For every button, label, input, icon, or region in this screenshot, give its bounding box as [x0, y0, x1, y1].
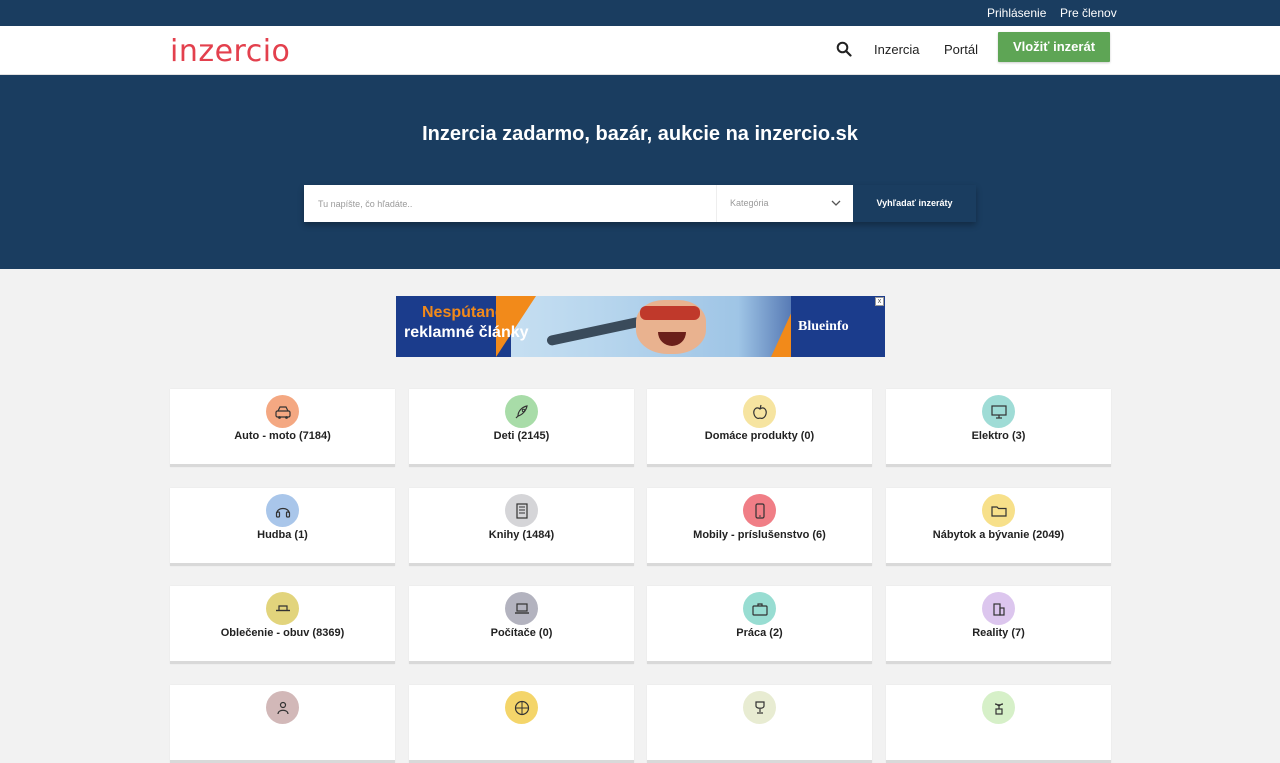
- book-icon: [505, 494, 538, 527]
- plant-icon: [982, 691, 1015, 724]
- category-card[interactable]: Auto - moto (7184): [170, 389, 395, 467]
- ad-headline-line1: Nespútané: [422, 304, 504, 321]
- category-label: Práca (2): [736, 627, 783, 639]
- hero-title: Inzercia zadarmo, bazár, aukcie na inzer…: [422, 123, 858, 145]
- category-card[interactable]: [409, 685, 634, 763]
- category-label: Deti (2145): [493, 430, 550, 442]
- category-select[interactable]: Kategória: [716, 185, 853, 222]
- ad-illustration-arm: [546, 315, 646, 347]
- nav-portal[interactable]: Portál: [944, 42, 978, 57]
- monitor-icon: [982, 395, 1015, 428]
- category-label: Domáce produkty (0): [704, 430, 815, 442]
- search-icon[interactable]: [836, 41, 852, 57]
- category-label: Reality (7): [972, 627, 1025, 639]
- category-card[interactable]: Elektro (3): [886, 389, 1111, 467]
- headphones-icon: [266, 494, 299, 527]
- inzercio-logo[interactable]: inzercio: [170, 34, 290, 69]
- category-card[interactable]: [170, 685, 395, 763]
- category-label: Auto - moto (7184): [234, 430, 331, 442]
- category-card[interactable]: [647, 685, 872, 763]
- folder-icon: [982, 494, 1015, 527]
- category-card[interactable]: Počítače (0): [409, 586, 634, 664]
- category-card[interactable]: [886, 685, 1111, 763]
- category-card[interactable]: Hudba (1): [170, 488, 395, 566]
- search-submit-button[interactable]: Vyhľadať inzeráty: [853, 185, 976, 222]
- category-card[interactable]: Knihy (1484): [409, 488, 634, 566]
- category-label: Oblečenie - obuv (8369): [220, 627, 345, 639]
- briefcase-icon: [743, 592, 776, 625]
- category-label: Nábytok a bývanie (2049): [932, 529, 1065, 541]
- category-card[interactable]: Oblečenie - obuv (8369): [170, 586, 395, 664]
- members-link[interactable]: Pre členov: [1060, 6, 1117, 20]
- post-ad-button[interactable]: Vložiť inzerát: [998, 32, 1110, 62]
- car-icon: [266, 395, 299, 428]
- nav-inzercia[interactable]: Inzercia: [874, 42, 920, 57]
- category-card[interactable]: Nábytok a bývanie (2049): [886, 488, 1111, 566]
- category-card[interactable]: Deti (2145): [409, 389, 634, 467]
- hero-section: Inzercia zadarmo, bazár, aukcie na inzer…: [0, 75, 1280, 269]
- building-icon: [982, 592, 1015, 625]
- ad-headline-line2: reklamné články: [404, 324, 529, 341]
- category-label: Knihy (1484): [488, 529, 555, 541]
- login-link[interactable]: Prihlásenie: [987, 6, 1046, 20]
- apple-icon: [743, 395, 776, 428]
- category-label: Hudba (1): [257, 529, 308, 541]
- top-utility-bar: Prihlásenie Pre členov: [0, 0, 1280, 26]
- laptop-icon: [505, 592, 538, 625]
- category-select-label: Kategória: [730, 198, 769, 208]
- category-label: Elektro (3): [971, 430, 1026, 442]
- trophy-icon: [743, 691, 776, 724]
- category-card[interactable]: Mobily - príslušenstvo (6): [647, 488, 872, 566]
- category-label: Počítače (0): [490, 627, 553, 639]
- category-card[interactable]: Reality (7): [886, 586, 1111, 664]
- phone-icon: [743, 494, 776, 527]
- hat-icon: [266, 592, 299, 625]
- category-label: Mobily - príslušenstvo (6): [693, 529, 826, 541]
- category-card[interactable]: Práca (2): [647, 586, 872, 664]
- rocket-icon: [505, 395, 538, 428]
- basketball-icon: [505, 691, 538, 724]
- ad-close-icon[interactable]: x: [875, 297, 884, 306]
- ad-banner[interactable]: Nespútané reklamné články Blueinfo x: [396, 296, 885, 357]
- ad-illustration-goggles: [640, 306, 700, 320]
- category-card[interactable]: Domáce produkty (0): [647, 389, 872, 467]
- search-bar: Kategória Vyhľadať inzeráty: [304, 185, 976, 222]
- people-icon: [266, 691, 299, 724]
- ad-brand-logo: Blueinfo: [798, 319, 849, 334]
- site-header: inzercio Inzercia Portál Vložiť inzerát: [0, 26, 1280, 75]
- search-input[interactable]: [304, 185, 716, 222]
- chevron-down-icon: [831, 200, 841, 206]
